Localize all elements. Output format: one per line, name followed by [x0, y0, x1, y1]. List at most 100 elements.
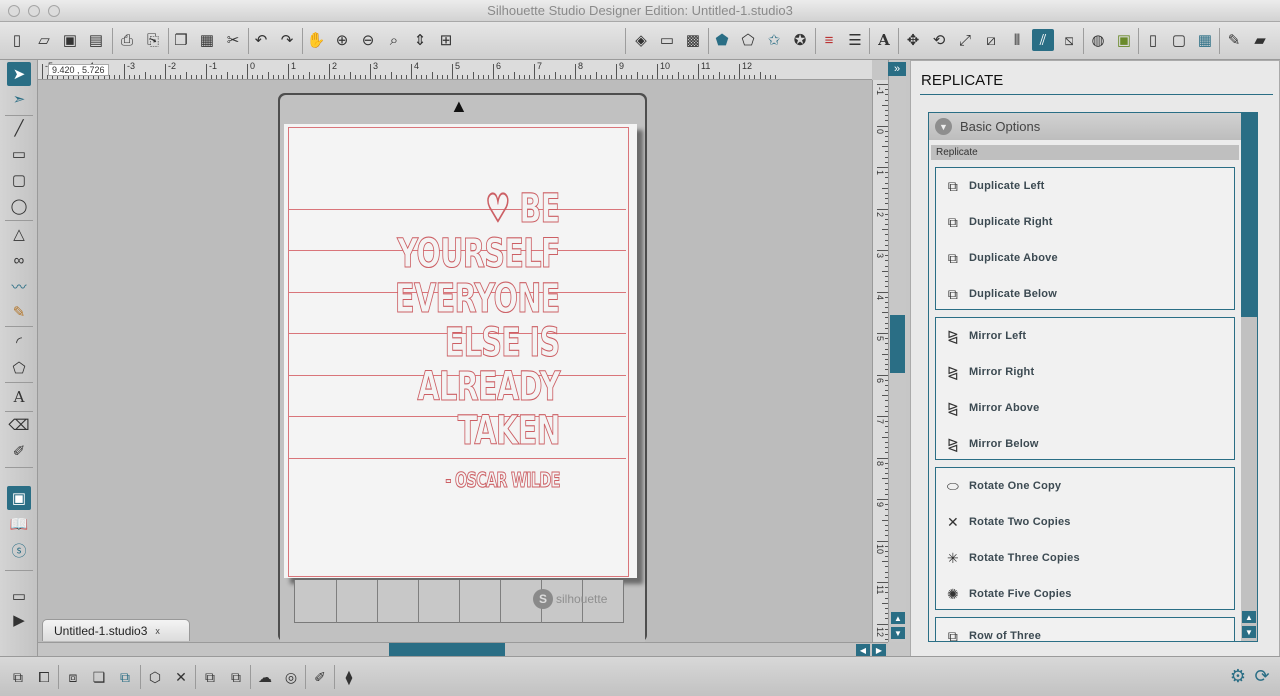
rotate-icon[interactable]: ⟲ [928, 29, 950, 51]
arc-tool-icon[interactable]: ◜ [7, 330, 31, 354]
eraser-tool-icon[interactable]: ⌫ [7, 413, 31, 437]
registration-icon[interactable]: ✎ [1223, 29, 1245, 51]
align-icon[interactable]: ⫴ [1006, 29, 1028, 51]
panel-scrollbar[interactable]: ▲ ▼ [1241, 113, 1257, 641]
transform-icon[interactable]: ✥ [902, 29, 924, 51]
new-document-icon[interactable]: ▯ [6, 29, 28, 51]
row-of-three-button[interactable]: ⧉ Row of Three [940, 623, 1041, 642]
mirror-left-button[interactable]: ⧎ Mirror Left [940, 323, 1026, 349]
zoom-in-icon[interactable]: ⊕ [331, 29, 353, 51]
trace-icon[interactable]: ▣ [1113, 29, 1135, 51]
rotate-two-copies-button[interactable]: ✕ Rotate Two Copies [940, 509, 1071, 535]
zoom-window-button[interactable] [48, 5, 60, 17]
paste-icon[interactable]: ▦ [196, 29, 218, 51]
undo-icon[interactable]: ↶ [250, 29, 272, 51]
panel-scroll-down-icon[interactable]: ▼ [1242, 626, 1256, 638]
horizontal-scrollbar[interactable]: ◀ ▶ [38, 642, 888, 657]
open-folder-icon[interactable]: ▱ [33, 29, 55, 51]
scroll-right-icon[interactable]: ▶ [872, 644, 886, 656]
duplicate-right-button[interactable]: ⧉ Duplicate Right [940, 209, 1053, 235]
duplicate-above-button[interactable]: ⧉ Duplicate Above [940, 245, 1058, 271]
quote-line[interactable]: ELSE IS [445, 319, 561, 366]
quote-line[interactable]: ♡ BE [485, 185, 561, 232]
regular-polygon-tool-icon[interactable]: ⬠ [7, 356, 31, 380]
rotate-one-copy-button[interactable]: ⬭ Rotate One Copy [940, 473, 1061, 499]
fit-to-page-icon[interactable]: ⊞ [435, 29, 457, 51]
line-style-icon[interactable]: ⬠ [737, 29, 759, 51]
curve-tool-icon[interactable]: ∞ [7, 248, 31, 272]
close-tab-icon[interactable]: x [155, 626, 160, 636]
knockout-icon[interactable]: ☁ [254, 666, 276, 688]
ellipse-tool-icon[interactable]: ◯ [7, 194, 31, 218]
knife-tool-icon[interactable]: ✐ [7, 439, 31, 463]
quote-line[interactable]: TAKEN [457, 407, 561, 454]
collapse-arrow-icon[interactable]: ▼ [935, 118, 952, 135]
scroll-up-icon[interactable]: ▲ [891, 612, 905, 624]
fill-color-icon[interactable]: ◈ [630, 29, 652, 51]
silhouette-store-icon[interactable]: ⓢ [7, 538, 31, 562]
rounded-rectangle-tool-icon[interactable]: ▢ [7, 168, 31, 192]
vertical-scrollbar[interactable]: ▲ ▼ [888, 60, 906, 642]
select-arrow-icon[interactable]: ➤ [7, 62, 31, 86]
copy-icon[interactable]: ❐ [170, 29, 192, 51]
send-to-silhouette-icon[interactable]: ▭ [7, 584, 31, 608]
design-page-view-icon[interactable]: ▣ [7, 486, 31, 510]
pan-hand-icon[interactable]: ✋ [305, 29, 327, 51]
save-icon[interactable]: ▣ [59, 29, 81, 51]
quote-attribution[interactable]: - OSCAR WILDE [445, 467, 561, 492]
ungroup-icon[interactable]: ⧠ [33, 666, 55, 688]
release-compound-path-icon[interactable]: ❏ [88, 666, 110, 688]
point-edit-icon[interactable]: ✪ [789, 29, 811, 51]
page-setup-icon[interactable]: ▯ [1142, 29, 1164, 51]
weld-icon[interactable]: ⬡ [144, 666, 166, 688]
minimize-window-button[interactable] [28, 5, 40, 17]
rotate-five-copies-button[interactable]: ✺ Rotate Five Copies [940, 581, 1072, 607]
cut-icon[interactable]: ✂ [222, 29, 244, 51]
quote-line[interactable]: ALREADY [417, 363, 561, 410]
rectangle-tool-icon[interactable]: ▭ [7, 142, 31, 166]
polygon-tool-icon[interactable]: △ [7, 222, 31, 246]
line-thickness-icon[interactable]: ✩ [763, 29, 785, 51]
settings-gear-icon[interactable]: ⚙ [1228, 666, 1248, 686]
duplicate-left-button[interactable]: ⧉ Duplicate Left [940, 173, 1045, 199]
show-panel-icon[interactable]: ▶ [7, 608, 31, 632]
document-tab[interactable]: Untitled-1.studio3 x [42, 619, 190, 641]
point-edit-tool-icon[interactable]: ➣ [7, 87, 31, 111]
line-tool-icon[interactable]: ╱ [7, 116, 31, 140]
line-weight-icon[interactable]: ☰ [844, 29, 866, 51]
cut-settings-icon[interactable]: ▢ [1168, 29, 1190, 51]
send-to-icon[interactable]: ▦ [1194, 29, 1216, 51]
zoom-out-icon[interactable]: ⊖ [357, 29, 379, 51]
delete-icon[interactable]: ✕ [170, 666, 192, 688]
print-icon[interactable]: ⎙ [116, 29, 138, 51]
collapse-panel-icon[interactable]: » [888, 62, 906, 76]
lines-color-icon[interactable]: ≡ [818, 29, 840, 51]
text-tool-icon[interactable]: A [7, 385, 31, 409]
mirror-right-button[interactable]: ⧎ Mirror Right [940, 359, 1034, 385]
design-canvas[interactable]: ▲ ♡ BE YOURSELF EVERYONE ELSE IS ALREADY… [38, 80, 872, 642]
text-style-icon[interactable]: A [873, 29, 895, 51]
quote-line[interactable]: EVERYONE [395, 275, 561, 322]
scroll-down-icon[interactable]: ▼ [891, 627, 905, 639]
zoom-select-icon[interactable]: ⌕ [383, 29, 405, 51]
mirror-below-button[interactable]: ⧎ Mirror Below [940, 431, 1039, 457]
save-to-sd-icon[interactable]: ▤ [85, 29, 107, 51]
trace-bottom-icon[interactable]: ✐ [309, 666, 331, 688]
library-view-icon[interactable]: 📖 [7, 512, 31, 536]
smooth-freehand-tool-icon[interactable]: ✎ [7, 300, 31, 324]
mirror-above-button[interactable]: ⧎ Mirror Above [940, 395, 1039, 421]
duplicate-below-button[interactable]: ⧉ Duplicate Below [940, 281, 1057, 307]
replicate-icon[interactable]: ⫽ [1032, 29, 1054, 51]
fill-pattern-icon[interactable]: ▩ [682, 29, 704, 51]
mirror-icon[interactable]: ⧉ [225, 666, 247, 688]
offset-bottom-icon[interactable]: ◎ [280, 666, 302, 688]
vertical-scroll-thumb[interactable] [890, 315, 905, 373]
print-and-cut-icon[interactable]: ⎘ [142, 29, 164, 51]
rotate-three-copies-button[interactable]: ✳ Rotate Three Copies [940, 545, 1080, 571]
close-window-button[interactable] [8, 5, 20, 17]
group-icon[interactable]: ⧉ [7, 666, 29, 688]
drag-zoom-icon[interactable]: ⇕ [409, 29, 431, 51]
bring-to-front-icon[interactable]: ⧉ [114, 666, 136, 688]
fill-gradient-icon[interactable]: ▭ [656, 29, 678, 51]
shear-icon[interactable]: ⧄ [980, 29, 1002, 51]
